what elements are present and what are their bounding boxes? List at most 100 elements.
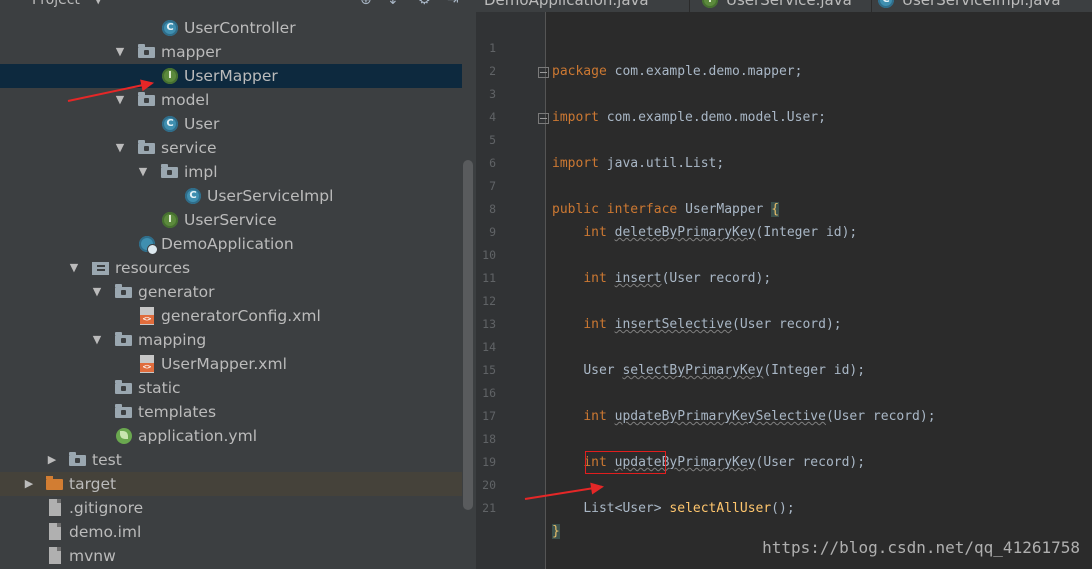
expand-arrow-icon[interactable]: ▼ <box>114 136 126 160</box>
return-type: List<User> <box>583 501 662 516</box>
tree-item-label: mvnw <box>69 547 116 565</box>
code-line[interactable]: 3 import com.example.demo.model.User; <box>476 60 1092 125</box>
code-line[interactable]: 7 public interface UserMapper { <box>476 152 1092 217</box>
code-line[interactable]: 6 <box>476 129 1092 170</box>
code-line[interactable]: 10 int insert(User record); <box>476 221 1092 286</box>
tree-item-label: UserMapper <box>184 67 278 85</box>
tree-item-impl[interactable]: ▼ impl <box>0 160 462 184</box>
project-panel-title[interactable]: Project <box>32 0 80 12</box>
code-line[interactable]: 1 package com.example.demo.mapper; <box>476 14 1092 79</box>
file-icon <box>49 499 61 516</box>
folder-icon <box>138 140 155 154</box>
tree-item-userserviceimpl[interactable]: C UserServiceImpl <box>0 184 462 208</box>
line-number: 21 <box>482 501 496 515</box>
expand-arrow-icon[interactable]: ▼ <box>91 280 103 304</box>
tree-item-label: test <box>92 451 122 469</box>
tree-item-label: generatorConfig.xml <box>161 307 321 325</box>
tree-item-target[interactable]: ▶ target <box>0 472 462 496</box>
hide-panel-icon[interactable]: ⇥ <box>447 0 459 12</box>
xml-file-icon: <> <box>140 307 154 325</box>
editor-tab-bar: DemoApplication.java I UserService.java … <box>476 0 1092 12</box>
tab-demoapplication[interactable]: DemoApplication.java <box>484 0 649 12</box>
tree-item-label: impl <box>184 163 218 181</box>
code-line[interactable]: 17 <box>476 382 1092 423</box>
tree-item-generatorconfig-xml[interactable]: <> generatorConfig.xml <box>0 304 462 328</box>
tree-item-mapping[interactable]: ▼ mapping <box>0 328 462 352</box>
locate-icon[interactable]: ⊕ <box>360 0 372 12</box>
tree-item-demoapplication[interactable]: DemoApplication <box>0 232 462 256</box>
code-line[interactable]: 11 <box>476 244 1092 285</box>
tree-item-label: model <box>161 91 210 109</box>
fold-marker-icon[interactable] <box>538 113 549 124</box>
project-panel: Project ▼ ⊕ ⇟ ⚙ ⇥ C UserController ▼ map… <box>0 0 476 569</box>
code-line[interactable]: 19 <box>476 428 1092 469</box>
tree-item-label: application.yml <box>138 427 258 445</box>
code-line[interactable]: 2 <box>476 37 1092 78</box>
tree-item-usercontroller[interactable]: C UserController <box>0 16 462 40</box>
tree-item-label: static <box>138 379 181 397</box>
code-line[interactable]: 5 import java.util.List; <box>476 106 1092 171</box>
tree-item-label: target <box>69 475 117 493</box>
folder-icon <box>138 44 155 58</box>
chevron-down-icon[interactable]: ▼ <box>94 0 102 12</box>
annotation-box <box>585 451 666 474</box>
tree-item-user[interactable]: C User <box>0 112 462 136</box>
tree-item-usermapper-xml[interactable]: <> UserMapper.xml <box>0 352 462 376</box>
method-name: selectAllUser <box>669 501 772 516</box>
fold-marker-icon[interactable] <box>538 67 549 78</box>
close-brace: } <box>552 524 560 539</box>
tree-item-templates[interactable]: templates <box>0 400 462 424</box>
tree-item-label: service <box>161 139 217 157</box>
tree-item-mapper[interactable]: ▼ mapper <box>0 40 462 64</box>
interface-icon: I <box>702 0 718 8</box>
tree-item-label: templates <box>138 403 217 421</box>
tree-item-userservice[interactable]: I UserService <box>0 208 462 232</box>
tree-item-label: UserController <box>184 19 296 37</box>
tree-item-resources[interactable]: ▼ resources <box>0 256 462 280</box>
expand-arrow-icon[interactable]: ▼ <box>68 256 80 280</box>
collapse-arrow-icon[interactable]: ▶ <box>46 448 58 472</box>
code-line[interactable]: 9 <box>476 198 1092 239</box>
code-line[interactable]: 21 } <box>476 474 1092 539</box>
collapse-arrow-icon[interactable]: ▶ <box>23 472 35 496</box>
tree-item-generator[interactable]: ▼ generator <box>0 280 462 304</box>
tree-item-static[interactable]: static <box>0 376 462 400</box>
code-line[interactable]: 4 <box>476 83 1092 124</box>
file-icon <box>49 523 61 540</box>
project-panel-header: Project ▼ ⊕ ⇟ ⚙ ⇥ <box>0 0 476 12</box>
tree-item-label: resources <box>115 259 191 277</box>
tree-item-gitignore[interactable]: .gitignore <box>0 496 462 520</box>
excluded-folder-icon <box>46 476 63 490</box>
code-line[interactable]: 8 int deleteByPrimaryKey(Integer id); <box>476 175 1092 240</box>
class-icon: C <box>162 20 178 36</box>
folder-icon <box>115 332 132 346</box>
code-line[interactable]: 12 int insertSelective(User record); <box>476 267 1092 332</box>
tree-item-service[interactable]: ▼ service <box>0 136 462 160</box>
class-icon: C <box>185 188 201 204</box>
tree-item-label: mapping <box>138 331 207 349</box>
gear-icon[interactable]: ⚙ <box>418 0 431 12</box>
tree-item-test[interactable]: ▶ test <box>0 448 462 472</box>
code-line[interactable]: 14 User selectByPrimaryKey(Integer id); <box>476 313 1092 378</box>
tree-item-mvnw[interactable]: mvnw <box>0 544 462 568</box>
tree-item-application-yml[interactable]: application.yml <box>0 424 462 448</box>
code-line[interactable]: 13 <box>476 290 1092 331</box>
interface-icon: I <box>162 212 178 228</box>
tree-item-usermapper[interactable]: I UserMapper <box>0 64 462 88</box>
expand-arrow-icon[interactable]: ▼ <box>114 40 126 64</box>
expand-arrow-icon[interactable]: ▼ <box>137 160 149 184</box>
folder-icon <box>115 284 132 298</box>
tree-item-demo-iml[interactable]: demo.iml <box>0 520 462 544</box>
code-line[interactable]: 20 List<User> selectAllUser(); <box>476 451 1092 516</box>
code-line[interactable]: 16 int updateByPrimaryKeySelective(User … <box>476 359 1092 424</box>
code-line[interactable]: 18 int updateByPrimaryKey(User record); <box>476 405 1092 470</box>
folder-icon <box>115 404 132 418</box>
collapse-all-icon[interactable]: ⇟ <box>387 0 399 12</box>
tab-label: DemoApplication.java <box>484 0 649 9</box>
tree-item-label: DemoApplication <box>161 235 294 253</box>
code-line[interactable]: 15 <box>476 336 1092 377</box>
project-scrollbar[interactable] <box>463 160 473 510</box>
tree-item-label: demo.iml <box>69 523 142 541</box>
tree-item-label: User <box>184 115 220 133</box>
expand-arrow-icon[interactable]: ▼ <box>91 328 103 352</box>
